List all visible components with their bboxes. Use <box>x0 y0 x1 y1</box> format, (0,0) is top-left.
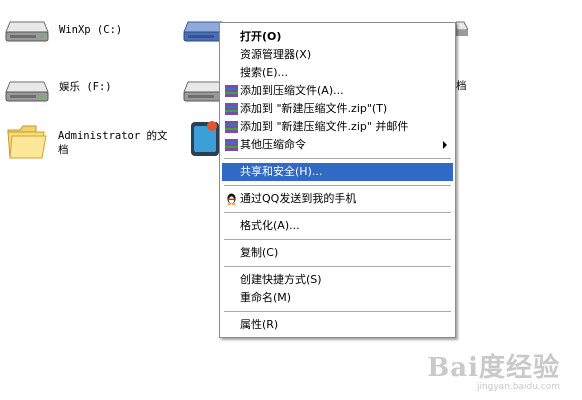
drive-right-2[interactable]: 档 <box>456 74 486 98</box>
menu-item-send-via-qq[interactable]: 通过QQ发送到我的手机 <box>222 190 453 208</box>
drive-e[interactable] <box>182 72 227 104</box>
my-documents-folder[interactable]: Administrator 的文 档 <box>6 122 176 166</box>
menu-separator <box>224 266 451 267</box>
winrar-icon <box>225 139 238 151</box>
winrar-icon <box>225 121 238 133</box>
menu-item-create-shortcut[interactable]: 创建快捷方式(S) <box>222 271 453 289</box>
drive-d-selected[interactable] <box>182 12 227 44</box>
menu-item-rename[interactable]: 重命名(M) <box>222 289 453 307</box>
menu-separator <box>224 158 451 159</box>
menu-separator <box>224 212 451 213</box>
context-menu: 打开(O) 资源管理器(X) 搜索(E)... 添加到压缩文件(A)... 添加… <box>219 22 456 338</box>
drive-right-1[interactable] <box>455 14 486 44</box>
hard-drive-icon <box>5 21 49 42</box>
submenu-arrow-icon <box>443 141 447 149</box>
menu-item-search[interactable]: 搜索(E)... <box>222 64 453 82</box>
menu-item-add-to-zip-email[interactable]: 添加到 "新建压缩文件.zip" 并邮件 <box>222 118 453 136</box>
my-documents-label-line1: Administrator 的文 <box>58 130 168 142</box>
hard-drive-icon <box>455 21 469 36</box>
menu-item-other-compress[interactable]: 其他压缩命令 <box>222 136 453 154</box>
watermark: Bai度经验 jingyan.baidu.com <box>427 347 560 392</box>
menu-item-add-to-zip[interactable]: 添加到 "新建压缩文件.zip"(T) <box>222 100 453 118</box>
drive-right-2-label: 档 <box>456 80 467 92</box>
watermark-brand: Bai度经验 <box>427 353 560 383</box>
menu-item-format[interactable]: 格式化(A)... <box>222 217 453 235</box>
app-icon <box>191 121 219 156</box>
winrar-icon <box>225 85 238 97</box>
my-documents-label-line2: 档 <box>58 144 69 156</box>
menu-item-open[interactable]: 打开(O) <box>222 28 453 46</box>
menu-separator <box>224 239 451 240</box>
menu-item-properties[interactable]: 属性(R) <box>222 316 453 334</box>
menu-separator <box>224 185 451 186</box>
folder-icon <box>7 125 47 159</box>
app-icon[interactable] <box>190 118 220 158</box>
menu-item-copy[interactable]: 复制(C) <box>222 244 453 262</box>
menu-separator <box>224 311 451 312</box>
drive-f[interactable]: 娱乐 (F:) <box>4 72 144 108</box>
menu-item-explorer[interactable]: 资源管理器(X) <box>222 46 453 64</box>
menu-item-add-to-archive[interactable]: 添加到压缩文件(A)... <box>222 82 453 100</box>
drive-c-label: WinXp (C:) <box>59 24 123 36</box>
drive-c[interactable]: WinXp (C:) <box>4 12 144 48</box>
winrar-icon <box>225 103 238 115</box>
menu-item-sharing-security[interactable]: 共享和安全(H)... <box>222 163 453 181</box>
qq-penguin-icon <box>227 193 236 205</box>
drive-f-label: 娱乐 (F:) <box>59 81 112 93</box>
hard-drive-icon <box>5 81 49 102</box>
